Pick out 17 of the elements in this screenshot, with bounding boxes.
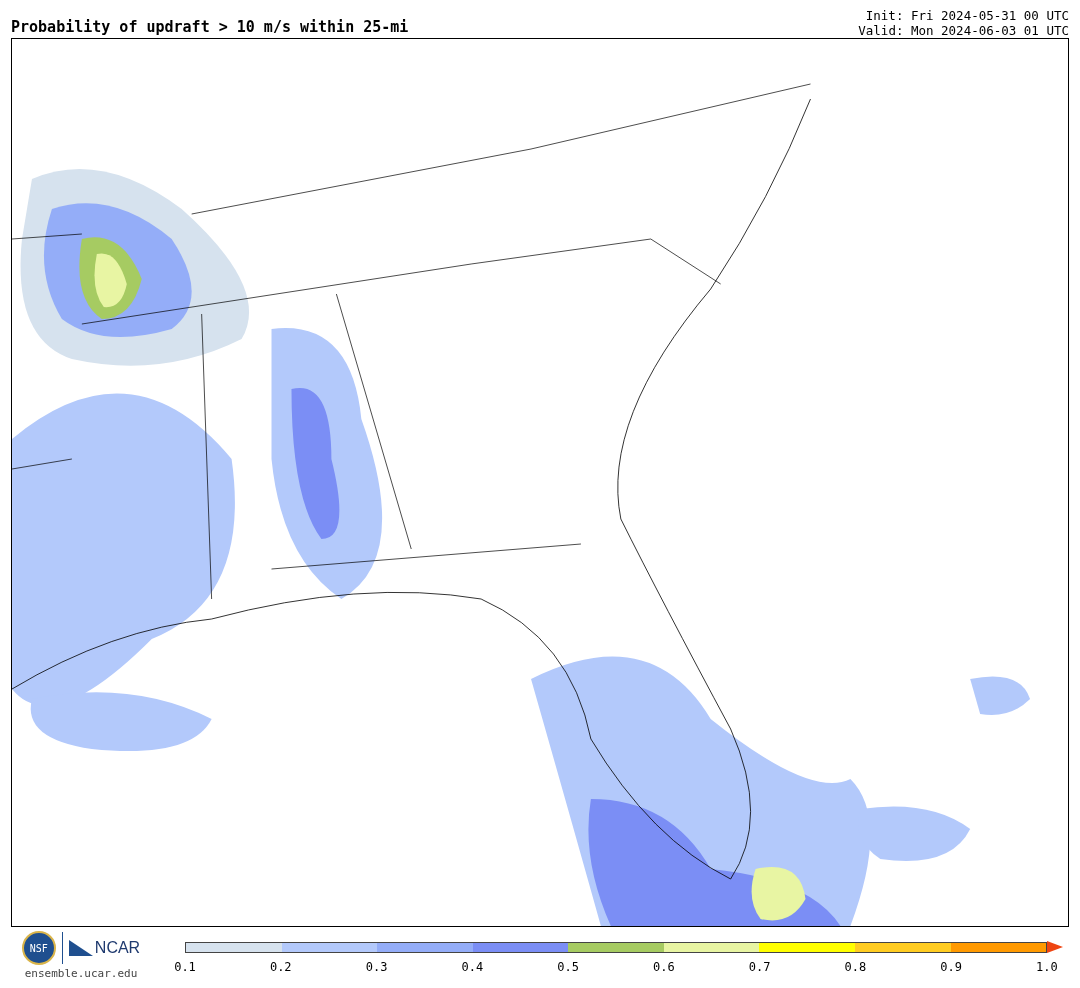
- colorbar-tick-label: 0.1: [173, 960, 197, 974]
- colorbar-tick-label: 0.9: [939, 960, 963, 974]
- site-url: ensemble.ucar.edu: [24, 967, 138, 980]
- colorbar-tick-label: 0.7: [747, 960, 772, 974]
- colorbar-tick-label: 0.2: [268, 960, 293, 974]
- triangle-icon: [68, 940, 93, 956]
- colorbar-tick-label: 0.5: [556, 960, 580, 974]
- nsf-logo: NSF: [21, 931, 56, 965]
- colorbar-tick-label: 0.8: [843, 960, 868, 974]
- valid-time: Valid: Mon 2024-06-03 01 UTC: [858, 23, 1069, 38]
- ncar-logo: NCAR: [94, 939, 141, 957]
- chart-title: Probability of updraft > 10 m/s within 25-mi: [11, 18, 409, 38]
- colorbar-tick-label: 1.0: [1035, 960, 1059, 974]
- colorbar-tick-label: 0.3: [364, 960, 389, 974]
- colorbar-tick-label: 0.4: [460, 960, 485, 974]
- colorbar-tick-label: 0.6: [652, 960, 676, 974]
- init-time: Init: Fri 2024-05-31 00 UTC: [865, 8, 1069, 23]
